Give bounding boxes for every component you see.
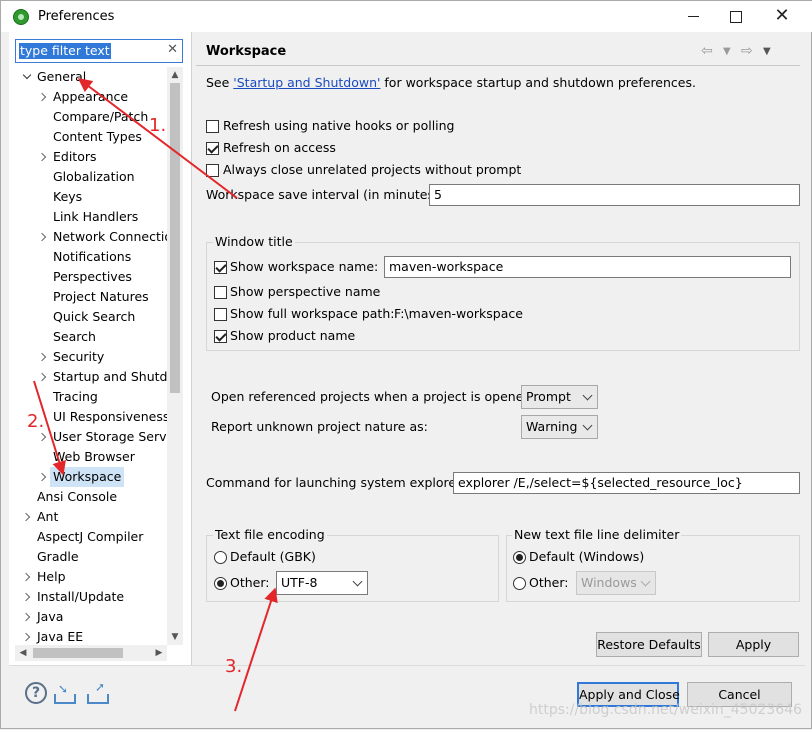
preferences-window: Preferences ✕ type filter text ✕ General…: [0, 0, 812, 729]
annotation-arrow-1: [77, 78, 238, 199]
annotation-overlay: [33, 78, 278, 712]
annotation-step-2: 2.: [27, 411, 45, 432]
annotation-step-3: 3.: [225, 656, 243, 677]
annotation-step-1: 1.: [149, 115, 167, 136]
annotation-arrow-3: [234, 587, 278, 712]
